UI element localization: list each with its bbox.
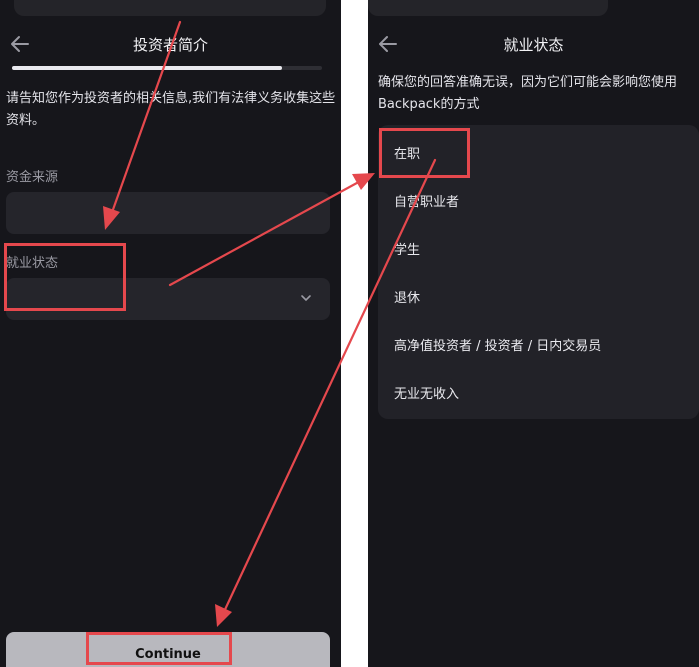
arrowhead-continue — [215, 604, 232, 627]
arrowhead-employment — [103, 206, 120, 230]
arrow-to-continue — [220, 158, 437, 618]
arrow-to-options — [168, 176, 368, 287]
arrow-to-employment — [108, 20, 182, 220]
annotation-arrows — [103, 20, 437, 627]
arrowhead-options — [352, 173, 375, 190]
